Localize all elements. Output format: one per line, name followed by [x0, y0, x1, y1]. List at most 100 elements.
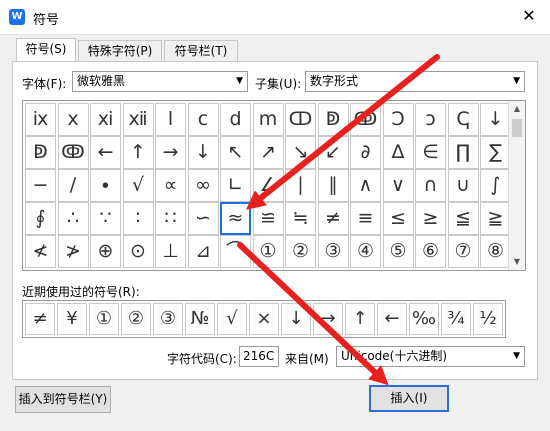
recent-symbol-cell[interactable]: ② [121, 303, 151, 335]
tab-special-chars[interactable]: 特殊字符(P) [78, 40, 162, 61]
symbol-cell[interactable]: ∠ [252, 169, 284, 202]
symbol-cell[interactable]: ⌒ [220, 235, 251, 268]
symbol-cell[interactable]: ∞ [187, 169, 219, 202]
symbol-cell[interactable]: ⊙ [122, 235, 154, 268]
insert-button[interactable]: 插入(I) [369, 385, 449, 412]
symbol-cell[interactable]: ∥ [317, 169, 349, 202]
subset-select[interactable]: 数字形式 ▼ [305, 71, 525, 92]
tab-symbols[interactable]: 符号(S) [16, 38, 76, 62]
symbol-cell[interactable]: ∨ [382, 169, 414, 202]
insert-to-symbol-bar-button[interactable]: 插入到符号栏(Y) [15, 386, 111, 413]
symbol-cell[interactable]: Ↄ [382, 103, 414, 136]
symbol-cell[interactable]: ≦ [447, 202, 479, 235]
symbol-cell[interactable]: ∧ [350, 169, 381, 202]
symbol-cell[interactable]: ↀ [285, 103, 316, 136]
from-select[interactable]: Unicode(十六进制) ▼ [336, 346, 525, 367]
symbol-cell[interactable]: ⑦ [447, 235, 479, 268]
symbol-cell[interactable]: ③ [317, 235, 349, 268]
symbol-cell[interactable]: ↓ [480, 103, 511, 136]
symbol-cell[interactable]: ∩ [415, 169, 446, 202]
symbol-cell[interactable]: ∈ [415, 136, 446, 169]
symbol-cell[interactable]: ↂ [350, 103, 381, 136]
symbol-cell[interactable]: ∵ [90, 202, 121, 235]
symbol-cell[interactable]: ≤ [382, 202, 414, 235]
recent-symbol-cell[interactable]: → [313, 303, 343, 335]
recent-symbol-cell[interactable]: ↑ [345, 303, 375, 335]
symbol-cell[interactable]: ↁ [317, 103, 349, 136]
scroll-thumb[interactable] [512, 119, 522, 137]
symbol-cell[interactable]: ≠ [317, 202, 349, 235]
char-code-input[interactable]: 216C [239, 346, 279, 367]
symbol-cell[interactable]: ∣ [285, 169, 316, 202]
symbol-cell[interactable]: ⅹ [57, 103, 89, 136]
symbol-cell[interactable]: ≮ [25, 235, 56, 268]
symbol-cell[interactable]: ② [285, 235, 316, 268]
symbol-cell[interactable]: ∮ [25, 202, 56, 235]
symbol-cell[interactable]: ≥ [415, 202, 446, 235]
symbol-cell[interactable]: ⑧ [480, 235, 511, 268]
tab-symbol-bar[interactable]: 符号栏(T) [164, 40, 238, 61]
symbol-cell[interactable]: ≈ [220, 202, 251, 235]
symbol-cell[interactable]: ↓ [187, 136, 219, 169]
recent-symbol-cell[interactable]: ↓ [281, 303, 311, 335]
symbol-cell[interactable]: ⑤ [382, 235, 414, 268]
scroll-down-icon[interactable]: ▼ [509, 254, 525, 270]
symbol-cell[interactable]: ⅼ [155, 103, 186, 136]
symbol-cell[interactable]: ∑ [480, 136, 511, 169]
symbol-cell[interactable]: ≧ [480, 202, 511, 235]
symbol-cell[interactable]: ⊥ [155, 235, 186, 268]
recent-symbol-cell[interactable]: ½ [473, 303, 503, 335]
symbol-cell[interactable]: ∪ [447, 169, 479, 202]
symbol-cell[interactable]: ∷ [155, 202, 186, 235]
symbol-cell[interactable]: ∏ [447, 136, 479, 169]
recent-symbol-cell[interactable]: ① [89, 303, 119, 335]
symbol-grid-scrollbar[interactable]: ▲ ▼ [508, 101, 525, 270]
symbol-cell[interactable]: ⊕ [90, 235, 121, 268]
symbol-cell[interactable]: ≒ [285, 202, 316, 235]
symbol-cell[interactable]: ↗ [252, 136, 284, 169]
recent-symbol-cell[interactable]: √ [217, 303, 247, 335]
symbol-cell[interactable]: ⅽ [187, 103, 219, 136]
recent-symbol-cell[interactable]: ¥ [57, 303, 87, 335]
symbol-cell[interactable]: ∆ [382, 136, 414, 169]
symbol-cell[interactable]: ∽ [187, 202, 219, 235]
symbol-cell[interactable]: ← [90, 136, 121, 169]
symbol-cell[interactable]: ↑ [122, 136, 154, 169]
symbol-cell[interactable]: ⑥ [415, 235, 446, 268]
symbol-cell[interactable]: ∝ [155, 169, 186, 202]
font-select[interactable]: 微软雅黑 ▼ [72, 71, 248, 92]
recent-symbol-cell[interactable]: ≠ [25, 303, 55, 335]
symbol-cell[interactable]: − [25, 169, 56, 202]
symbol-cell[interactable]: ⅿ [252, 103, 284, 136]
symbol-cell[interactable]: ∴ [57, 202, 89, 235]
symbol-cell[interactable]: ⅺ [90, 103, 121, 136]
symbol-cell[interactable]: ↅ [447, 103, 479, 136]
symbol-cell[interactable]: ↙ [317, 136, 349, 169]
symbol-cell[interactable]: ④ [350, 235, 381, 268]
close-icon[interactable]: ✕ [516, 3, 542, 29]
symbol-cell[interactable]: ↁ [25, 136, 56, 169]
symbol-cell[interactable]: ⊿ [187, 235, 219, 268]
symbol-cell[interactable]: ↖ [220, 136, 251, 169]
symbol-cell[interactable]: ↂ [57, 136, 89, 169]
scroll-up-icon[interactable]: ▲ [509, 101, 525, 117]
recent-symbol-cell[interactable]: ← [377, 303, 407, 335]
symbol-cell[interactable]: ∂ [350, 136, 381, 169]
recent-symbol-cell[interactable]: ③ [153, 303, 183, 335]
symbol-cell[interactable]: ≯ [57, 235, 89, 268]
recent-symbol-cell[interactable]: ‰ [409, 303, 439, 335]
symbol-cell[interactable]: ⅸ [25, 103, 56, 136]
symbol-cell[interactable]: ∶ [122, 202, 154, 235]
recent-symbol-cell[interactable]: № [185, 303, 215, 335]
symbol-cell[interactable]: ↘ [285, 136, 316, 169]
symbol-cell[interactable]: ≡ [350, 202, 381, 235]
recent-symbol-cell[interactable]: ¾ [441, 303, 471, 335]
recent-symbol-cell[interactable]: × [249, 303, 279, 335]
symbol-cell[interactable]: → [155, 136, 186, 169]
symbol-cell[interactable]: √ [122, 169, 154, 202]
symbol-cell[interactable]: ⅻ [122, 103, 154, 136]
symbol-cell[interactable]: ① [252, 235, 284, 268]
symbol-cell[interactable]: ↄ [415, 103, 446, 136]
symbol-cell[interactable]: ≌ [252, 202, 284, 235]
symbol-cell[interactable]: ⅾ [220, 103, 251, 136]
